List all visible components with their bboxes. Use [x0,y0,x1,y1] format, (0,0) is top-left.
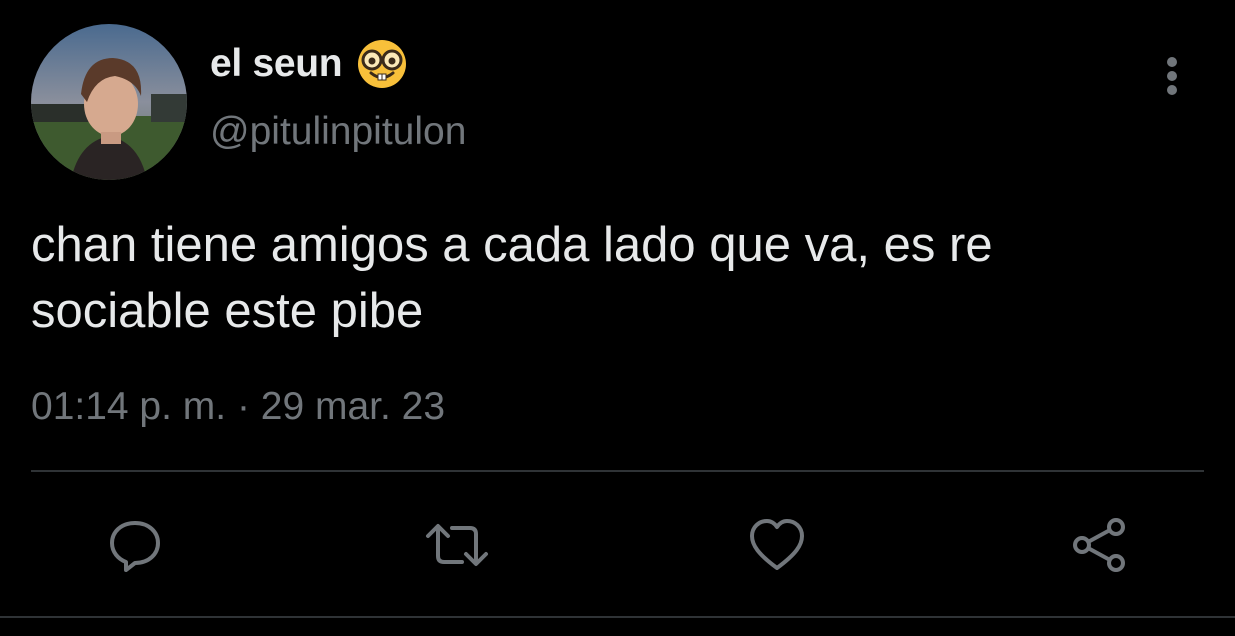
share-icon [1073,518,1125,572]
like-button[interactable] [742,510,812,580]
divider [31,470,1204,472]
author-name-row[interactable]: el seun [210,38,408,90]
display-name[interactable]: el seun [210,42,343,86]
avatar-photo [31,24,187,180]
tweet-text-line-1: chan tiene amigos a cada lado que va, es… [31,218,993,272]
retweet-button[interactable] [422,510,492,580]
avatar[interactable] [31,24,187,180]
more-options-button[interactable] [1150,52,1194,100]
tweet-text-line-2: sociable este pibe [31,284,424,338]
share-button[interactable] [1064,510,1134,580]
retweet-icon [426,524,488,566]
tweet-timestamp[interactable]: 01:14 p. m. · 29 mar. 23 [31,385,445,429]
tweet-text: chan tiene amigos a cada lado que va, es… [31,212,1211,344]
more-vertical-icon [1167,57,1177,95]
author-handle[interactable]: @pitulinpitulon [210,110,466,154]
nerd-face-icon [356,38,408,90]
reply-button[interactable] [100,510,170,580]
comment-bubble-icon [110,521,160,572]
divider-bottom [0,616,1235,618]
heart-icon [750,519,804,570]
